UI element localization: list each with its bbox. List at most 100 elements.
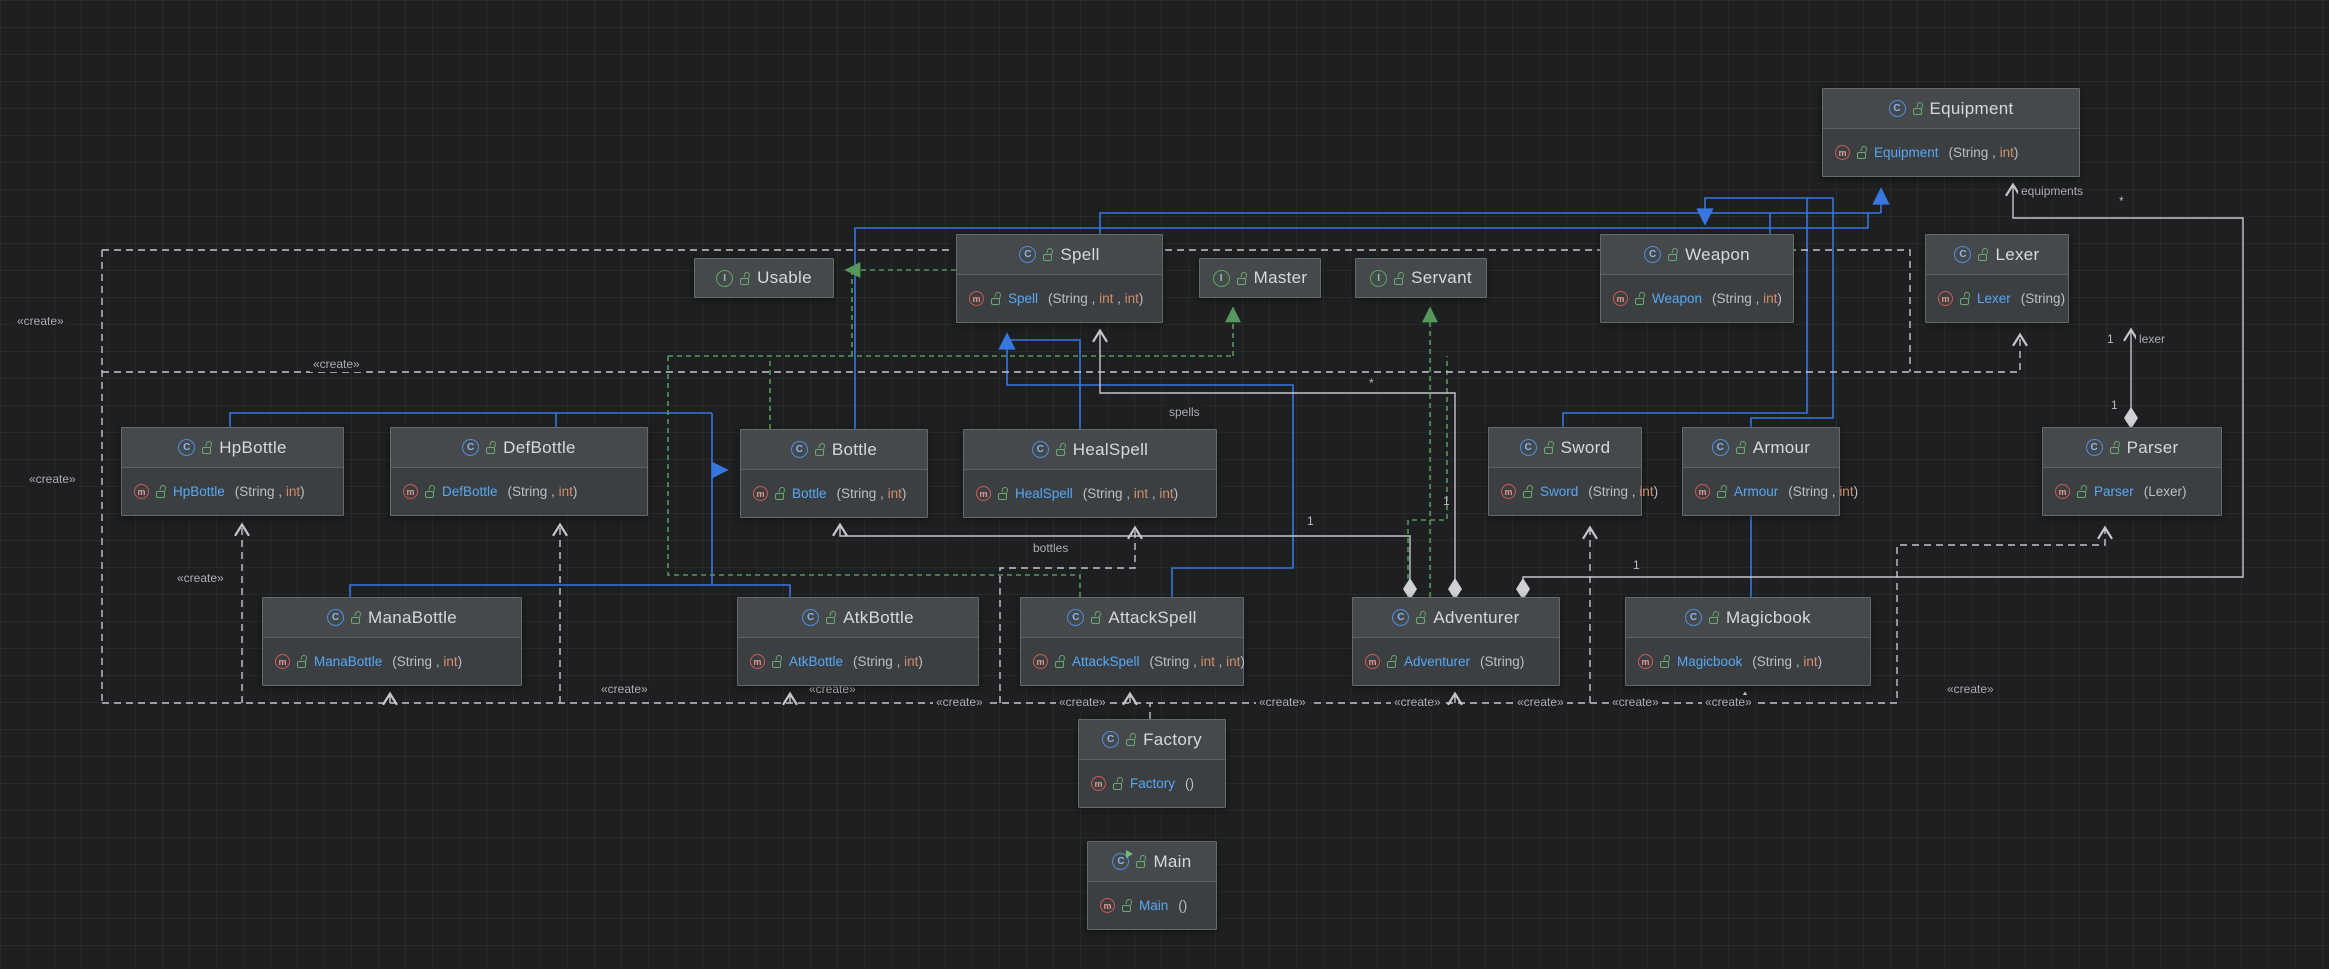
class-node-spell[interactable]: C Spell m Spell (String , int , int) xyxy=(956,234,1163,323)
interface-node-master[interactable]: I Master xyxy=(1199,258,1321,298)
class-icon: C xyxy=(1685,609,1703,626)
class-icon: C xyxy=(1102,731,1120,748)
class-icon: C xyxy=(1067,609,1085,626)
class-node-parser[interactable]: C Parser m Parser (Lexer) xyxy=(2042,427,2222,516)
edge-label-create: «create» xyxy=(1702,695,1755,710)
method-name: Sword xyxy=(1540,484,1579,499)
edge-label-create: «create» xyxy=(26,472,79,487)
unlock-icon xyxy=(998,487,1008,500)
unlock-icon xyxy=(1709,611,1719,624)
unlock-icon xyxy=(1857,146,1867,159)
unlock-icon xyxy=(351,611,361,624)
class-title: Sword xyxy=(1560,437,1611,457)
interface-icon: I xyxy=(1212,269,1230,287)
class-node-healspell[interactable]: C HealSpell m HealSpell (String , int , … xyxy=(963,429,1217,518)
method-icon: m xyxy=(1938,291,1953,306)
class-header: C Sword xyxy=(1489,428,1641,468)
edge-label-create: «create» xyxy=(1056,695,1109,710)
method-signature: (String , int) xyxy=(836,486,907,501)
class-node-adventurer[interactable]: C Adventurer m Adventurer (String) xyxy=(1352,597,1560,686)
class-title: Armour xyxy=(1752,437,1811,457)
method-signature: () xyxy=(1185,776,1195,791)
class-node-main[interactable]: C Main m Main () xyxy=(1087,841,1217,930)
unlock-icon xyxy=(1394,272,1404,285)
class-icon: C xyxy=(1019,246,1037,263)
unlock-icon xyxy=(1635,292,1645,305)
class-header: C Bottle xyxy=(741,430,927,470)
class-node-factory[interactable]: C Factory m Factory () xyxy=(1078,719,1226,808)
class-node-equipment[interactable]: C Equipment m Equipment (String , int) xyxy=(1822,88,2080,177)
edge-label-create: «create» xyxy=(598,682,651,697)
edge-label-field-equipments: equipments xyxy=(2018,184,2087,199)
method-signature: (String , int) xyxy=(1588,484,1659,499)
class-members: m Equipment (String , int) xyxy=(1823,129,2079,176)
unlock-icon xyxy=(2077,485,2087,498)
class-header: C Parser xyxy=(2043,428,2221,468)
class-node-weapon[interactable]: C Weapon m Weapon (String , int) xyxy=(1600,234,1794,323)
class-members: m Adventurer (String) xyxy=(1353,638,1559,685)
class-icon: C xyxy=(2085,439,2103,456)
interface-header: I Master xyxy=(1200,259,1320,297)
method-name: HpBottle xyxy=(173,484,225,499)
edge-label-create: «create» xyxy=(1944,682,1997,697)
class-title: Factory xyxy=(1143,729,1202,749)
method-icon: m xyxy=(1091,776,1106,791)
unlock-icon xyxy=(1416,611,1426,624)
class-node-atkbottle[interactable]: C AtkBottle m AtkBottle (String , int) xyxy=(737,597,979,686)
class-node-hpbottle[interactable]: C HpBottle m HpBottle (String , int) xyxy=(121,427,344,516)
edge-label-multiplicity-one: 1 xyxy=(1633,558,1640,572)
class-header: C Equipment xyxy=(1823,89,2079,129)
interface-node-servant[interactable]: I Servant xyxy=(1355,258,1487,298)
class-node-manabottle[interactable]: C ManaBottle m ManaBottle (String , int) xyxy=(262,597,522,686)
class-title: AttackSpell xyxy=(1108,607,1197,627)
unlock-icon xyxy=(740,272,750,285)
class-title: Magicbook xyxy=(1726,607,1811,627)
unlock-icon xyxy=(1136,855,1146,868)
interface-icon: I xyxy=(1370,269,1388,287)
class-title: Parser xyxy=(2126,437,2179,457)
interface-title: Servant xyxy=(1411,268,1472,287)
class-members: m Main () xyxy=(1088,882,1216,929)
class-members: m Armour (String , int) xyxy=(1683,468,1858,515)
runnable-class-icon: C xyxy=(1112,850,1134,870)
method-name: AttackSpell xyxy=(1072,654,1140,669)
unlock-icon xyxy=(1543,441,1554,454)
class-title: Bottle xyxy=(831,439,878,459)
edge-label-create: «create» xyxy=(310,357,363,372)
method-name: Factory xyxy=(1130,776,1176,791)
class-node-sword[interactable]: C Sword m Sword (String , int) xyxy=(1488,427,1658,516)
class-members: m Sword (String , int) xyxy=(1489,468,1658,515)
unlock-icon xyxy=(1387,655,1397,668)
edge-label-create: «create» xyxy=(1256,695,1309,710)
class-node-bottle[interactable]: C Bottle m Bottle (String , int) xyxy=(740,429,928,518)
edge-label-multiplicity-one: 1 xyxy=(1307,514,1314,528)
edge-label-multiplicity-one: 1 xyxy=(1443,494,1450,508)
class-node-attackspell[interactable]: C AttackSpell m AttackSpell (String , in… xyxy=(1020,597,1245,686)
class-node-defbottle[interactable]: C DefBottle m DefBottle (String , int) xyxy=(390,427,648,516)
class-members: m HealSpell (String , int , int) xyxy=(964,470,1216,517)
method-icon: m xyxy=(1501,484,1516,499)
method-signature: (Lexer) xyxy=(2143,484,2187,499)
interface-node-usable[interactable]: I Usable xyxy=(694,258,834,298)
class-node-lexer[interactable]: C Lexer m Lexer (String) xyxy=(1925,234,2069,323)
class-title: Spell xyxy=(1060,244,1100,264)
class-icon: C xyxy=(1031,441,1049,458)
method-name: Main xyxy=(1139,898,1169,913)
unlock-icon xyxy=(1113,777,1123,790)
unlock-icon xyxy=(425,485,435,498)
method-name: Magicbook xyxy=(1677,654,1743,669)
method-name: AtkBottle xyxy=(789,654,844,669)
method-name: Equipment xyxy=(1874,145,1939,160)
method-signature: (String , int , int) xyxy=(1048,291,1144,306)
method-icon: m xyxy=(753,486,768,501)
uml-diagram-canvas[interactable]: C Equipment m Equipment (String , int) I… xyxy=(0,0,2329,969)
edge-label-create: «create» xyxy=(14,314,67,329)
edge-label-field-lexer: lexer xyxy=(2136,332,2169,347)
method-signature: (String , int) xyxy=(1948,145,2019,160)
method-name: HealSpell xyxy=(1015,486,1073,501)
class-node-armour[interactable]: C Armour m Armour (String , int) xyxy=(1682,427,1858,516)
method-icon: m xyxy=(403,484,418,499)
class-node-magicbook[interactable]: C Magicbook m Magicbook (String , int) xyxy=(1625,597,1871,686)
unlock-icon xyxy=(1055,655,1065,668)
unlock-icon xyxy=(1236,272,1247,285)
